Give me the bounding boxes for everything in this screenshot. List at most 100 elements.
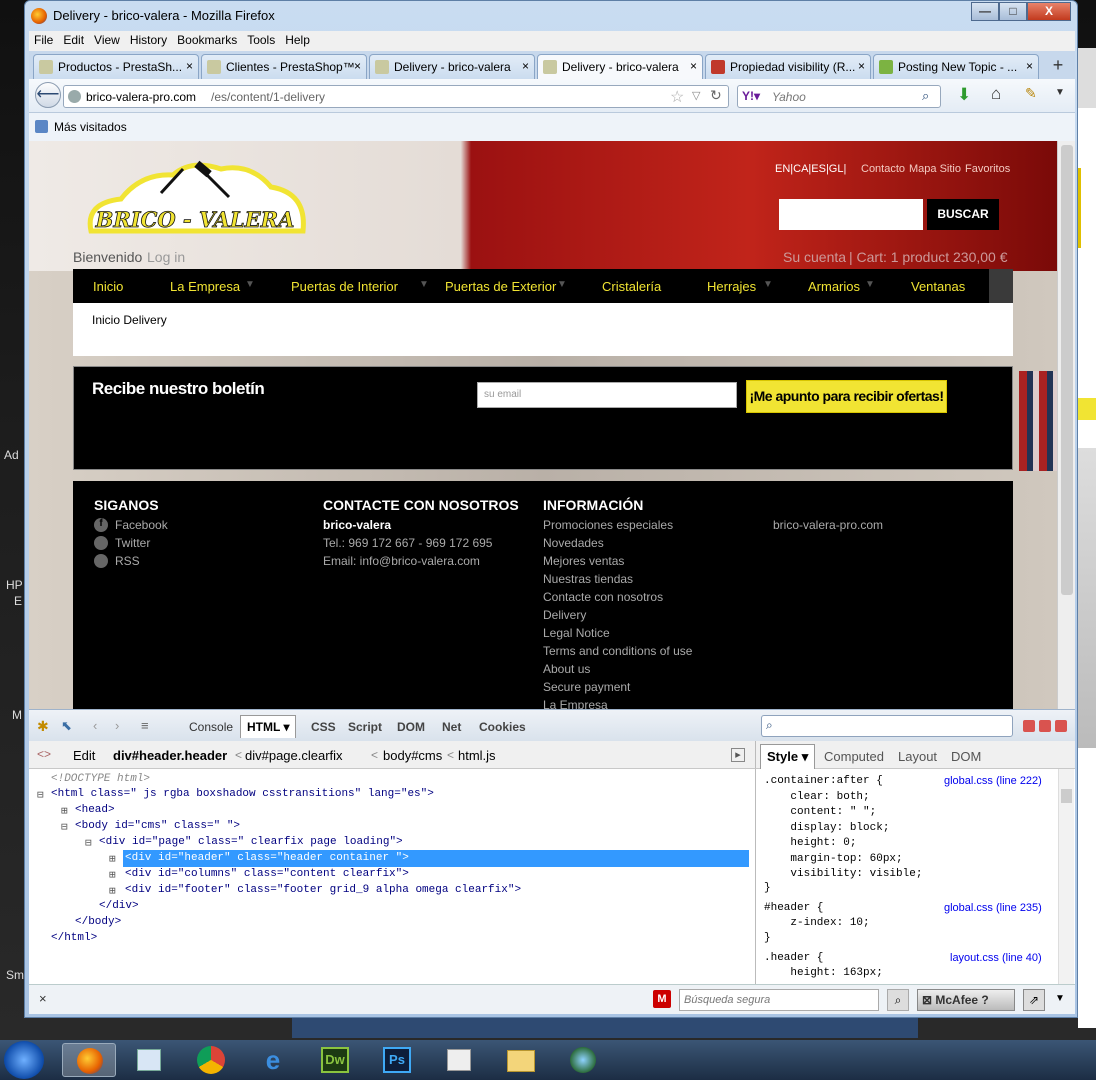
firebug-tab-css[interactable]: CSS xyxy=(311,720,336,734)
info-link[interactable]: Promociones especiales xyxy=(543,516,673,534)
tab-close-icon[interactable]: × xyxy=(858,59,865,73)
minimize-button[interactable]: — xyxy=(971,2,999,21)
secure-search-input[interactable]: Búsqueda segura xyxy=(679,989,879,1011)
bookmark-star-icon[interactable]: ☆ xyxy=(670,87,684,107)
list-icon[interactable]: ≡ xyxy=(141,718,149,733)
download-icon[interactable]: ⬇ xyxy=(957,85,971,105)
maximize-button[interactable]: □ xyxy=(999,2,1027,21)
firebug-search-input[interactable]: ⌕ xyxy=(761,715,1013,737)
site-search-button[interactable]: BUSCAR xyxy=(927,199,999,230)
firebug-tab-net[interactable]: Net xyxy=(442,720,461,734)
html-line[interactable]: <html class=" js rgba boxshadow csstrans… xyxy=(51,788,434,800)
taskbar-photoshop[interactable]: Ps xyxy=(370,1043,424,1077)
sitemap-link[interactable]: Mapa Sitio xyxy=(909,163,961,175)
expand-toggle-icon[interactable]: ⊞ xyxy=(109,868,116,882)
page-scrollbar[interactable] xyxy=(1057,141,1075,709)
html-line[interactable]: <div id="page" class=" clearfix page loa… xyxy=(99,836,403,848)
dropdown-arrow-icon[interactable]: ▼ xyxy=(1055,993,1065,1004)
nav-cristaleria[interactable]: Cristalería xyxy=(602,279,661,294)
menu-history[interactable]: History xyxy=(125,31,172,49)
firebug-tab-console[interactable]: Console xyxy=(189,720,233,734)
nav-ventanas[interactable]: Ventanas xyxy=(911,279,965,294)
side-tab-dom[interactable]: DOM xyxy=(951,749,981,764)
css-line[interactable]: visibility: visible; xyxy=(764,868,922,880)
css-line[interactable]: content: " "; xyxy=(764,806,876,818)
taskbar-folder[interactable] xyxy=(494,1043,548,1077)
taskbar-tools[interactable] xyxy=(432,1043,486,1077)
detach-firebug-icon[interactable] xyxy=(1039,720,1051,732)
html-line-selected[interactable]: <div id="header" class="header container… xyxy=(125,852,409,864)
info-link[interactable]: Delivery xyxy=(543,606,586,624)
toggle-side-panel-icon[interactable]: ▸ xyxy=(731,748,745,762)
css-line[interactable]: height: 0; xyxy=(764,837,856,849)
crumb-header[interactable]: div#header.header xyxy=(113,748,227,763)
minimize-firebug-icon[interactable] xyxy=(1023,720,1035,732)
crumb-body[interactable]: body#cms xyxy=(383,748,442,763)
menu-tools[interactable]: Tools xyxy=(242,31,280,49)
html-line[interactable]: <head> xyxy=(75,804,115,816)
side-tab-computed[interactable]: Computed xyxy=(824,749,884,764)
most-visited-bookmark[interactable]: Más visitados xyxy=(54,120,127,134)
tab-clientes[interactable]: Clientes - PrestaShop™ × xyxy=(201,54,367,79)
menu-dropdown-icon[interactable]: ▼ xyxy=(1055,87,1065,98)
menu-edit[interactable]: Edit xyxy=(58,31,89,49)
forward-arrow-icon[interactable]: › xyxy=(115,718,119,733)
rss-link[interactable]: RSS xyxy=(115,552,140,570)
css-line[interactable]: height: 163px; xyxy=(764,967,882,979)
menu-bookmarks[interactable]: Bookmarks xyxy=(172,31,242,49)
info-link[interactable]: Secure payment xyxy=(543,678,630,696)
firebug-tab-dom[interactable]: DOM xyxy=(397,720,425,734)
info-link[interactable]: Terms and conditions of use xyxy=(543,642,692,660)
login-link[interactable]: Log in xyxy=(147,249,185,265)
dropdown-arrow-icon[interactable]: ▽ xyxy=(692,89,700,102)
collapse-toggle-icon[interactable]: ⊟ xyxy=(85,836,92,850)
yahoo-icon[interactable]: Y!▾ xyxy=(742,89,760,103)
new-tab-button[interactable]: + xyxy=(1045,55,1071,77)
firebug-tab-script[interactable]: Script xyxy=(348,720,382,734)
html-view-icon[interactable]: <> xyxy=(37,747,51,761)
nav-herrajes[interactable]: Herrajes xyxy=(707,279,756,294)
nav-inicio[interactable]: Inicio xyxy=(93,279,123,294)
newsletter-subscribe-button[interactable]: ¡Me apunto para recibir ofertas! xyxy=(746,380,947,413)
search-icon[interactable]: ⌕ xyxy=(922,88,929,104)
reload-icon[interactable]: ↻ xyxy=(710,87,722,104)
menu-view[interactable]: View xyxy=(89,31,125,49)
css-source-link[interactable]: global.css (line 222) xyxy=(944,775,1042,787)
taskbar-chrome[interactable] xyxy=(184,1043,238,1077)
close-button[interactable]: X xyxy=(1027,2,1071,21)
firebug-icon[interactable]: ✱ xyxy=(37,718,49,735)
edit-button[interactable]: Edit xyxy=(73,748,95,763)
expand-toggle-icon[interactable]: ⊞ xyxy=(109,884,116,898)
taskbar-app[interactable] xyxy=(556,1043,610,1077)
account-link[interactable]: Su cuenta xyxy=(783,249,846,265)
html-line[interactable]: <body id="cms" class=" "> xyxy=(75,820,240,832)
css-source-link[interactable]: global.css (line 235) xyxy=(944,902,1042,914)
nav-la-empresa[interactable]: La Empresa xyxy=(170,279,240,294)
side-tab-style[interactable]: Style ▾ xyxy=(760,744,816,769)
nav-puertas-interior[interactable]: Puertas de Interior xyxy=(291,279,398,294)
back-arrow-icon[interactable]: ‹ xyxy=(93,718,97,733)
menu-file[interactable]: File xyxy=(29,31,58,49)
tab-close-icon[interactable]: × xyxy=(186,59,193,73)
html-line[interactable]: <div id="columns" class="content clearfi… xyxy=(125,868,409,880)
breadcrumb-text[interactable]: Inicio Delivery xyxy=(92,313,167,327)
contact-email[interactable]: Email: info@brico-valera.com xyxy=(323,552,480,570)
css-source-link[interactable]: layout.css (line 40) xyxy=(950,952,1042,964)
language-selector[interactable]: EN|CA|ES|GL| xyxy=(775,163,846,175)
tab-delivery-active[interactable]: Delivery - brico-valera × xyxy=(537,54,703,79)
tab-close-icon[interactable]: × xyxy=(1026,59,1033,73)
tab-close-icon[interactable]: × xyxy=(354,59,361,73)
facebook-link[interactable]: Facebook xyxy=(115,516,168,534)
nav-armarios[interactable]: Armarios xyxy=(808,279,860,294)
newsletter-email-input[interactable]: su email xyxy=(477,382,737,408)
close-findbar-icon[interactable]: × xyxy=(39,991,47,1006)
taskbar-dreamweaver[interactable]: Dw xyxy=(308,1043,362,1077)
nav-puertas-exterior[interactable]: Puertas de Exterior xyxy=(445,279,556,294)
tab-delivery-1[interactable]: Delivery - brico-valera × xyxy=(369,54,535,79)
side-tab-layout[interactable]: Layout xyxy=(898,749,937,764)
favorites-link[interactable]: Favoritos xyxy=(965,163,1010,175)
inspect-icon[interactable]: ⬉ xyxy=(61,718,72,734)
taskbar-explorer-window[interactable] xyxy=(122,1043,176,1077)
brico-valera-logo[interactable]: BRICO - VALERA xyxy=(81,153,309,245)
menu-help[interactable]: Help xyxy=(280,31,315,49)
